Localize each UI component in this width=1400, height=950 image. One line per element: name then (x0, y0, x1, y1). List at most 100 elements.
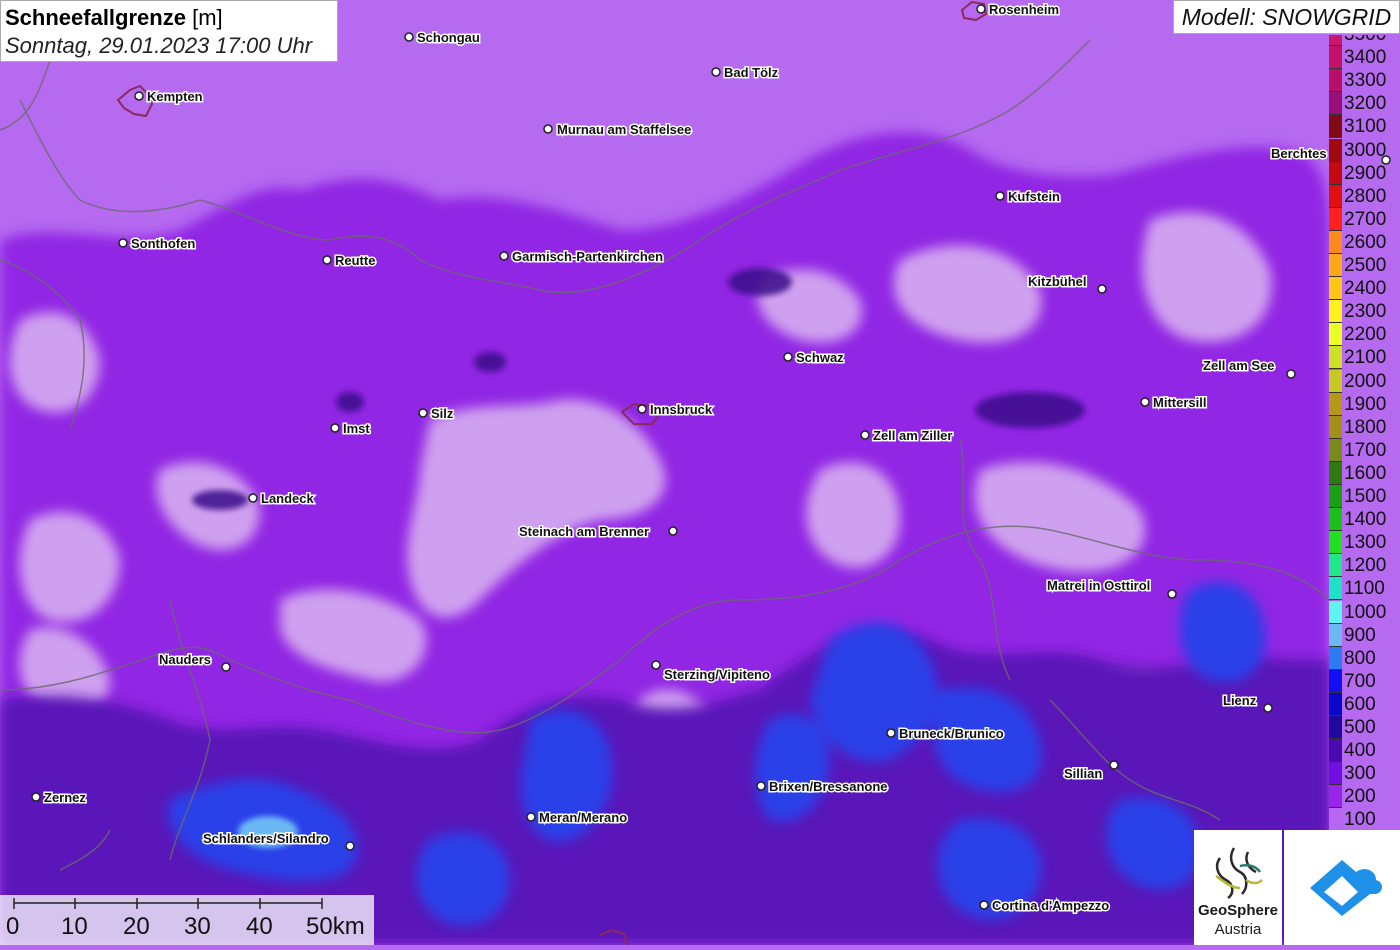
legend-row: 800 (1329, 646, 1400, 670)
legend-row: 2500 (1329, 254, 1400, 277)
svg-text:Imst: Imst (343, 421, 370, 436)
legend-row: 500 (1329, 716, 1400, 739)
svg-text:Berchtes: Berchtes (1271, 146, 1327, 161)
legend-label: 2000 (1344, 370, 1387, 392)
legend-swatch (1329, 646, 1342, 670)
map-title: Schneefallgrenze [m] (5, 3, 333, 32)
legend-swatch (1329, 254, 1342, 277)
city-sonthofen[interactable]: Sonthofen (118, 235, 197, 253)
geosphere-name: GeoSphere (1197, 902, 1279, 919)
legend-label: 3300 (1344, 70, 1387, 92)
svg-text:Innsbruck: Innsbruck (650, 402, 713, 417)
city-innsbruck[interactable]: Innsbruck (637, 401, 714, 419)
legend-row: 2100 (1329, 346, 1400, 370)
legend-row: 3300 (1329, 69, 1400, 93)
svg-text:Bad Tölz: Bad Tölz (724, 65, 779, 80)
city-meran[interactable]: Meran/Merano (526, 809, 629, 827)
city-garmisch[interactable]: Garmisch-Partenkirchen (499, 248, 665, 266)
svg-text:Sonthofen: Sonthofen (131, 236, 195, 251)
legend-swatch (1329, 69, 1342, 93)
svg-text:Meran/Merano: Meran/Merano (539, 810, 627, 825)
city-murnau[interactable]: Murnau am Staffelsee (543, 121, 693, 139)
legend-label: 2500 (1344, 255, 1387, 276)
geosphere-logo[interactable]: GeoSphere Austria (1194, 830, 1282, 945)
scale-label-10: 10 (61, 913, 88, 940)
legend-row: 3500 (1329, 35, 1400, 46)
legend-label: 2200 (1344, 324, 1387, 346)
legend-row: 2600 (1329, 230, 1400, 254)
svg-text:Mittersill: Mittersill (1153, 395, 1206, 410)
legend-swatch (1329, 92, 1342, 116)
legend-label: 2800 (1344, 185, 1387, 207)
city-cortina[interactable]: Cortina d'Ampezzo (979, 897, 1111, 915)
legend-row: 100 (1329, 808, 1400, 832)
legend-label: 1200 (1344, 555, 1387, 577)
legend-swatch (1329, 600, 1342, 624)
legend-swatch (1329, 415, 1342, 439)
snowfall-limit-map[interactable]: Rosenheim Schongau Bad Tölz Kempten Murn… (0, 0, 1400, 945)
legend-row: 900 (1329, 623, 1400, 647)
svg-text:Garmisch-Partenkirchen: Garmisch-Partenkirchen (512, 249, 663, 264)
legend-swatch (1329, 230, 1342, 254)
legend-row: 1600 (1329, 461, 1400, 485)
legend-row: 1400 (1329, 508, 1400, 532)
legend-label: 200 (1344, 786, 1376, 808)
map-datetime: Sonntag, 29.01.2023 17:00 Uhr (5, 33, 313, 58)
legend-swatch (1329, 346, 1342, 370)
svg-text:Sillian: Sillian (1064, 766, 1102, 781)
legend-row: 2000 (1329, 369, 1400, 393)
legend-label: 1300 (1344, 532, 1387, 554)
legend-label: 3100 (1344, 116, 1387, 138)
svg-text:Brixen/Bressanone: Brixen/Bressanone (769, 779, 888, 794)
legend-swatch (1329, 161, 1342, 185)
legend-label: 700 (1344, 670, 1376, 692)
legend-swatch (1329, 808, 1342, 832)
svg-text:Steinach am Brenner: Steinach am Brenner (519, 524, 649, 539)
svg-text:Zell am Ziller: Zell am Ziller (873, 428, 952, 443)
legend-swatch (1329, 739, 1342, 763)
city-brixen[interactable]: Brixen/Bressanone (756, 778, 889, 796)
legend-row: 1800 (1329, 415, 1400, 439)
legend-row: 2400 (1329, 277, 1400, 301)
legend-row: 600 (1329, 692, 1400, 716)
legend-swatch (1329, 692, 1342, 716)
scale-label-40: 40 (246, 913, 273, 940)
legend-label: 1000 (1344, 601, 1387, 623)
legend-label: 2100 (1344, 347, 1387, 369)
legend-row: 2800 (1329, 184, 1400, 208)
legend-label: 2600 (1344, 231, 1387, 253)
legend-swatch (1329, 785, 1342, 809)
svg-text:Sterzing/Vipiteno: Sterzing/Vipiteno (664, 667, 770, 682)
city-zell-am-ziller[interactable]: Zell am Ziller (860, 427, 954, 445)
legend-swatch (1329, 508, 1342, 532)
svg-text:Murnau am Staffelsee: Murnau am Staffelsee (557, 122, 691, 137)
legend-label: 3000 (1344, 139, 1387, 161)
legend-label: 1700 (1344, 439, 1387, 461)
scale-label-0: 0 (6, 913, 20, 940)
svg-text:Matrei in Osttirol: Matrei in Osttirol (1047, 578, 1150, 593)
city-schongau[interactable]: Schongau (404, 29, 481, 47)
legend-swatch (1329, 577, 1342, 601)
svg-text:Cortina d'Ampezzo: Cortina d'Ampezzo (992, 898, 1109, 913)
legend-label: 1100 (1344, 578, 1385, 600)
legend-label: 1600 (1344, 462, 1387, 484)
legend-swatch (1329, 531, 1342, 555)
legend-swatch (1329, 138, 1342, 162)
geosphere-emblem-icon (1215, 847, 1263, 900)
legend-label: 400 (1344, 740, 1376, 762)
svg-text:Kempten: Kempten (147, 89, 203, 104)
legend-label: 3500 (1344, 35, 1386, 45)
city-bruneck[interactable]: Bruneck/Brunico (886, 725, 1005, 743)
legend-swatch (1329, 461, 1342, 485)
legend-row: 2900 (1329, 161, 1400, 185)
cloud-logo[interactable] (1284, 830, 1400, 945)
legend-row: 3100 (1329, 115, 1400, 139)
color-legend: 3500 340033003200310030002900280027002600… (1329, 35, 1400, 832)
geosphere-country: Austria (1214, 921, 1262, 938)
legend-swatch (1329, 323, 1342, 347)
legend-row: 1200 (1329, 554, 1400, 578)
legend-label: 500 (1344, 717, 1376, 738)
legend-swatch (1329, 46, 1342, 70)
legend-swatch (1329, 762, 1342, 786)
city-rosenheim[interactable]: Rosenheim (976, 1, 1061, 19)
